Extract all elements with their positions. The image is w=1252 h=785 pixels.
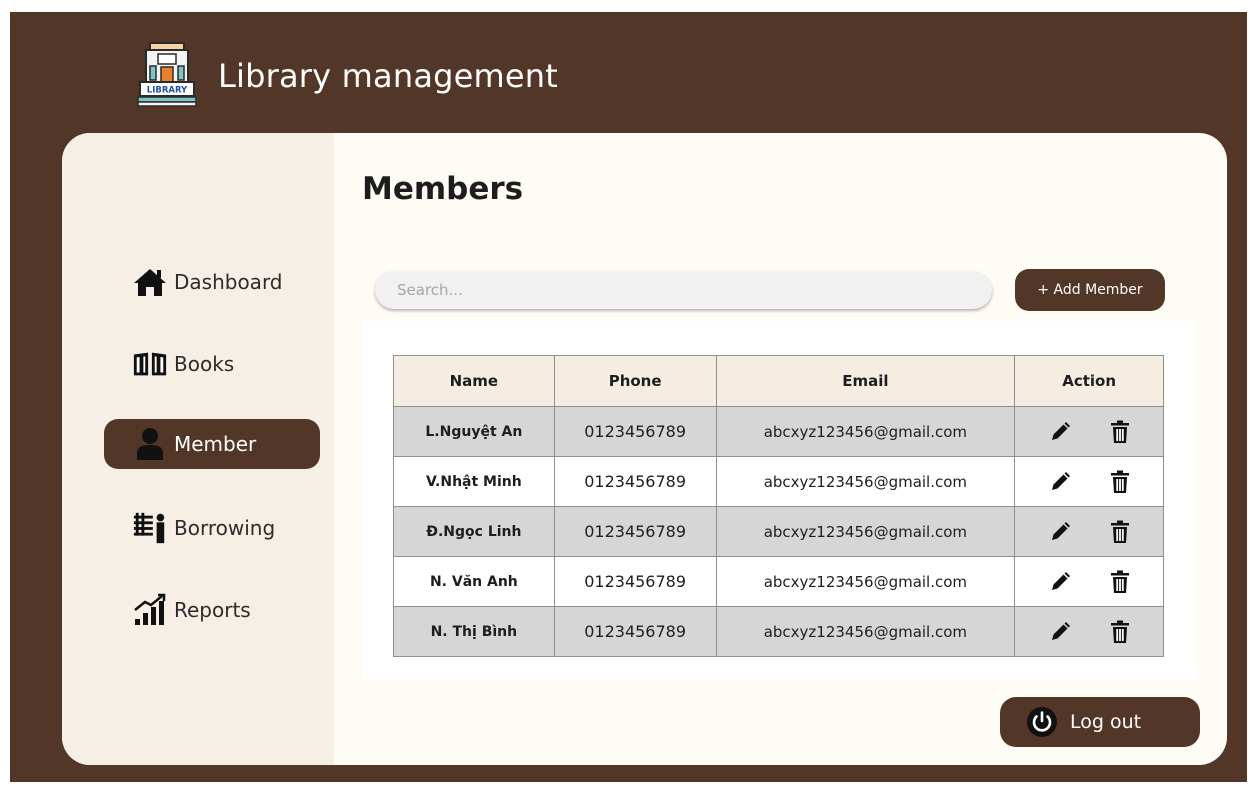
row-actions — [1014, 606, 1164, 657]
sidebar-item-dashboard[interactable]: Dashboard — [104, 257, 320, 307]
edit-pencil-icon[interactable] — [1049, 521, 1071, 543]
home-icon — [132, 265, 168, 299]
member-phone: 0123456789 — [553, 606, 717, 657]
borrowing-icon — [132, 511, 168, 545]
table-row: Đ.Ngọc Linh 0123456789 abcxyz123456@gmai… — [393, 506, 1164, 557]
logout-button[interactable]: Log out — [1000, 697, 1200, 747]
member-email: abcxyz123456@gmail.com — [715, 406, 1016, 457]
delete-trash-icon[interactable] — [1110, 520, 1130, 544]
table-row: V.Nhật Minh 0123456789 abcxyz123456@gmai… — [393, 456, 1164, 507]
sidebar-item-label: Dashboard — [174, 270, 283, 294]
member-phone: 0123456789 — [553, 556, 717, 607]
member-email: abcxyz123456@gmail.com — [715, 556, 1016, 607]
main-content: Members + Add Member Name Phone Email Ac… — [334, 133, 1227, 765]
row-actions — [1014, 456, 1164, 507]
members-table: Name Phone Email Action L.Nguyệt An 0123… — [393, 355, 1164, 657]
sidebar-item-label: Borrowing — [174, 516, 276, 540]
row-actions — [1014, 506, 1164, 557]
table-row: N. Thị Bình 0123456789 abcxyz123456@gmai… — [393, 606, 1164, 657]
delete-trash-icon[interactable] — [1110, 570, 1130, 594]
library-logo-icon: LIBRARY — [137, 42, 197, 107]
chart-icon — [132, 593, 168, 627]
row-actions — [1014, 406, 1164, 457]
app-title: Library management — [218, 57, 559, 95]
search-input[interactable] — [375, 271, 992, 309]
delete-trash-icon[interactable] — [1110, 620, 1130, 644]
member-name: Đ.Ngọc Linh — [393, 506, 555, 557]
row-actions — [1014, 556, 1164, 607]
edit-pencil-icon[interactable] — [1049, 621, 1071, 643]
sidebar-item-label: Member — [174, 432, 257, 456]
sidebar-item-borrowing[interactable]: Borrowing — [104, 503, 320, 553]
edit-pencil-icon[interactable] — [1049, 571, 1071, 593]
table-row: L.Nguyệt An 0123456789 abcxyz123456@gmai… — [393, 406, 1164, 457]
column-header-name: Name — [393, 355, 555, 407]
edit-pencil-icon[interactable] — [1049, 471, 1071, 493]
table-row: N. Văn Anh 0123456789 abcxyz123456@gmail… — [393, 556, 1164, 607]
sidebar-item-books[interactable]: Books — [104, 339, 320, 389]
logo-label: LIBRARY — [147, 86, 188, 96]
page-title: Members — [362, 171, 524, 207]
members-table-panel: Name Phone Email Action L.Nguyệt An 0123… — [362, 321, 1196, 679]
member-email: abcxyz123456@gmail.com — [715, 606, 1016, 657]
app-frame: LIBRARY Library management Dashboard Boo… — [10, 12, 1247, 782]
sidebar-item-label: Books — [174, 352, 235, 376]
member-email: abcxyz123456@gmail.com — [715, 456, 1016, 507]
member-phone: 0123456789 — [553, 406, 717, 457]
table-header-row: Name Phone Email Action — [393, 355, 1164, 407]
member-email: abcxyz123456@gmail.com — [715, 506, 1016, 557]
sidebar: Dashboard Books Member Borrowing Reports — [62, 133, 334, 765]
delete-trash-icon[interactable] — [1110, 420, 1130, 444]
edit-pencil-icon[interactable] — [1049, 421, 1071, 443]
main-card: Dashboard Books Member Borrowing Reports… — [62, 133, 1227, 765]
column-header-action: Action — [1014, 355, 1164, 407]
member-name: V.Nhật Minh — [393, 456, 555, 507]
book-icon — [132, 347, 168, 381]
member-phone: 0123456789 — [553, 506, 717, 557]
user-icon — [132, 427, 168, 461]
sidebar-item-reports[interactable]: Reports — [104, 585, 320, 635]
power-icon — [1026, 706, 1058, 738]
app-header: LIBRARY Library management — [134, 40, 558, 112]
member-phone: 0123456789 — [553, 456, 717, 507]
delete-trash-icon[interactable] — [1110, 470, 1130, 494]
column-header-email: Email — [715, 355, 1016, 407]
sidebar-item-label: Reports — [174, 598, 251, 622]
column-header-phone: Phone — [553, 355, 717, 407]
sidebar-item-member[interactable]: Member — [104, 419, 320, 469]
member-name: L.Nguyệt An — [393, 406, 555, 457]
member-name: N. Thị Bình — [393, 606, 555, 657]
add-member-button[interactable]: + Add Member — [1015, 269, 1165, 311]
logout-label: Log out — [1070, 711, 1142, 733]
member-name: N. Văn Anh — [393, 556, 555, 607]
